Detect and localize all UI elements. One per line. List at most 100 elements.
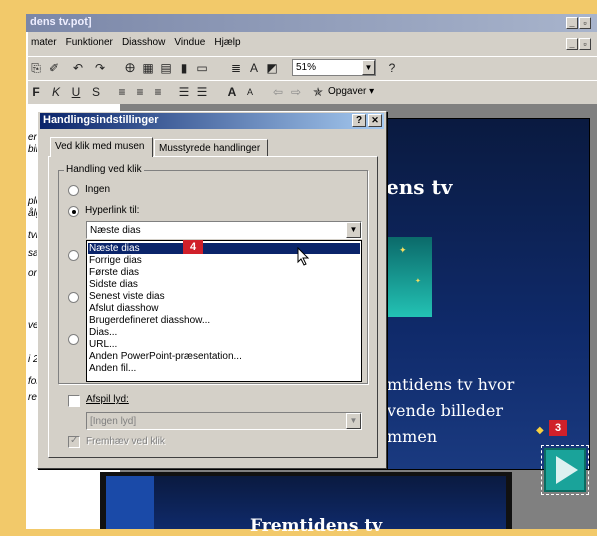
list-item[interactable]: Afslut diasshow — [89, 303, 158, 314]
insert-table-icon[interactable]: ▤ — [158, 60, 174, 76]
hyperlink-icon[interactable]: 🜨 — [122, 60, 138, 76]
menu-label: Diasshow — [121, 37, 166, 48]
radio-hyperlink[interactable] — [68, 206, 79, 217]
demote-icon[interactable]: ⇨ — [288, 84, 304, 100]
slide-side-bar — [106, 476, 154, 529]
bold-icon[interactable]: F — [28, 84, 44, 100]
radio-hyperlink-label: Hyperlink til: — [85, 205, 140, 216]
play-icon — [556, 456, 578, 484]
tasks-button[interactable]: Opgaver ▾ — [328, 86, 374, 97]
mouse-cursor-icon — [297, 247, 310, 266]
doc-restore-icon[interactable]: ▫ — [579, 38, 591, 50]
radio-run-program[interactable] — [68, 250, 79, 261]
help-icon[interactable]: ? — [384, 60, 400, 76]
close-icon[interactable]: ✕ — [368, 114, 382, 127]
new-slide-icon[interactable]: ▭ — [194, 60, 210, 76]
slide-body-line: mmen — [387, 427, 438, 446]
zoom-select[interactable]: 51% ▼ — [292, 59, 376, 76]
restore-icon[interactable]: ▫ — [579, 17, 591, 29]
step-badge-3: 3 — [549, 420, 567, 436]
align-center-icon[interactable]: ≡ — [132, 84, 148, 100]
align-right-icon[interactable]: ≡ — [150, 84, 166, 100]
align-left-icon[interactable]: ≡ — [114, 84, 130, 100]
minimize-icon[interactable]: _ — [566, 17, 578, 29]
star-icon: ✦ — [415, 278, 421, 285]
action-button-selection[interactable] — [541, 445, 589, 495]
next-slide-preview[interactable]: Fremtidens tv — [100, 472, 512, 536]
grayscale-icon[interactable]: ◩ — [264, 60, 280, 76]
radio-run-macro[interactable] — [68, 292, 79, 303]
menu-vindue[interactable]: Vindue — [171, 34, 208, 51]
expand-all-icon[interactable]: ≣ — [228, 60, 244, 76]
hyperlink-dropdown-list: Næste dias Forrige dias Første dias Sids… — [86, 240, 362, 382]
menu-label: Vindue — [174, 37, 206, 48]
formatting-toolbar: F K U S ≡ ≡ ≡ ☰ ☰ A A ⇦ ⇨ ✯ Opgaver ▾ — [28, 80, 597, 102]
menu-funktioner[interactable]: Funktioner — [63, 34, 116, 51]
play-sound-checkbox[interactable] — [68, 395, 80, 407]
increase-font-icon[interactable]: A — [224, 84, 240, 100]
dialog-title: Handlingsindstillinger — [40, 113, 384, 129]
sparkle-icon: ◆ — [536, 425, 544, 436]
list-item[interactable]: Anden PowerPoint-præsentation... — [89, 351, 242, 362]
action-button[interactable] — [544, 448, 586, 492]
menu-label: mater — [31, 37, 57, 48]
slide-body-line: vende billeder — [387, 401, 504, 420]
menu-diasshow[interactable]: Diasshow — [119, 34, 168, 51]
format-painter-icon[interactable]: ✐ — [46, 60, 62, 76]
list-item[interactable]: Første dias — [89, 267, 139, 278]
sound-value: [Ingen lyd] — [90, 416, 137, 427]
animation-icon[interactable]: ✯ — [310, 84, 326, 100]
next-slide-canvas: Fremtidens tv — [106, 476, 506, 536]
outline-line: or — [28, 268, 37, 279]
star-icon: ✦ — [399, 245, 407, 255]
menu-label: Funktioner — [65, 37, 113, 48]
menu-formater[interactable]: mater — [28, 34, 60, 51]
hyperlink-value: Næste dias — [90, 225, 141, 236]
shadow-icon[interactable]: S — [88, 84, 104, 100]
decrease-font-icon[interactable]: A — [242, 84, 258, 100]
slide-title: ens tv — [386, 175, 453, 199]
show-formatting-icon[interactable]: A — [246, 60, 262, 76]
sound-select[interactable]: [Ingen lyd] ▼ — [86, 412, 362, 430]
step-badge-4: 4 — [183, 240, 203, 254]
tab-mouse-click[interactable]: Ved klik med musen — [50, 137, 153, 157]
list-item[interactable]: URL... — [89, 339, 117, 350]
chevron-down-icon[interactable]: ▼ — [346, 413, 361, 429]
standard-toolbar: ⎘ ✐ ↶ ↷ 🜨 ▦ ▤ ▮ ▭ ≣ A ◩ 51% ▼ ? — [28, 56, 597, 78]
underline-icon[interactable]: U — [68, 84, 84, 100]
list-item[interactable]: Brugerdefineret diasshow... — [89, 315, 210, 326]
list-item[interactable]: Forrige dias — [89, 255, 142, 266]
radio-none[interactable] — [68, 185, 79, 196]
chevron-down-icon[interactable]: ▼ — [346, 222, 361, 238]
highlight-label: Fremhæv ved klik — [86, 436, 165, 447]
help-icon[interactable]: ? — [352, 114, 366, 127]
zoom-value: 51% — [296, 62, 317, 73]
table-icon[interactable]: ▦ — [140, 60, 156, 76]
copy-icon[interactable]: ⎘ — [28, 60, 44, 76]
bullets-icon[interactable]: ☰ — [194, 84, 210, 100]
undo-icon[interactable]: ↶ — [70, 60, 86, 76]
list-item[interactable]: Anden fil... — [89, 363, 136, 374]
menu-hjaelp[interactable]: Hjælp — [211, 34, 243, 51]
promote-icon[interactable]: ⇦ — [270, 84, 286, 100]
italic-icon[interactable]: K — [48, 84, 64, 100]
slide-image: ✦ ✦ — [387, 237, 432, 317]
numbering-icon[interactable]: ☰ — [176, 84, 192, 100]
list-item[interactable]: Næste dias — [88, 243, 360, 254]
hyperlink-select[interactable]: Næste dias ▼ — [86, 221, 362, 239]
list-item[interactable]: Senest viste dias — [89, 291, 165, 302]
play-sound-label: Afspil lyd: — [86, 394, 129, 405]
list-item[interactable]: Dias... — [89, 327, 117, 338]
menubar: mater Funktioner Diasshow Vindue Hjælp — [28, 34, 597, 54]
menu-label: Hjælp — [214, 37, 241, 48]
list-item[interactable]: Sidste dias — [89, 279, 138, 290]
highlight-checkbox[interactable]: ✓ — [68, 435, 80, 448]
slide-body-line: mtidens tv hvor — [387, 375, 515, 394]
doc-minimize-icon[interactable]: _ — [566, 38, 578, 50]
tab-mouse-over[interactable]: Musstyrede handlinger — [154, 139, 268, 156]
redo-icon[interactable]: ↷ — [92, 60, 108, 76]
window-title: dens tv.pot] — [26, 14, 597, 32]
radio-object-action[interactable] — [68, 334, 79, 345]
chevron-down-icon[interactable]: ▼ — [362, 60, 375, 75]
chart-icon[interactable]: ▮ — [176, 60, 192, 76]
